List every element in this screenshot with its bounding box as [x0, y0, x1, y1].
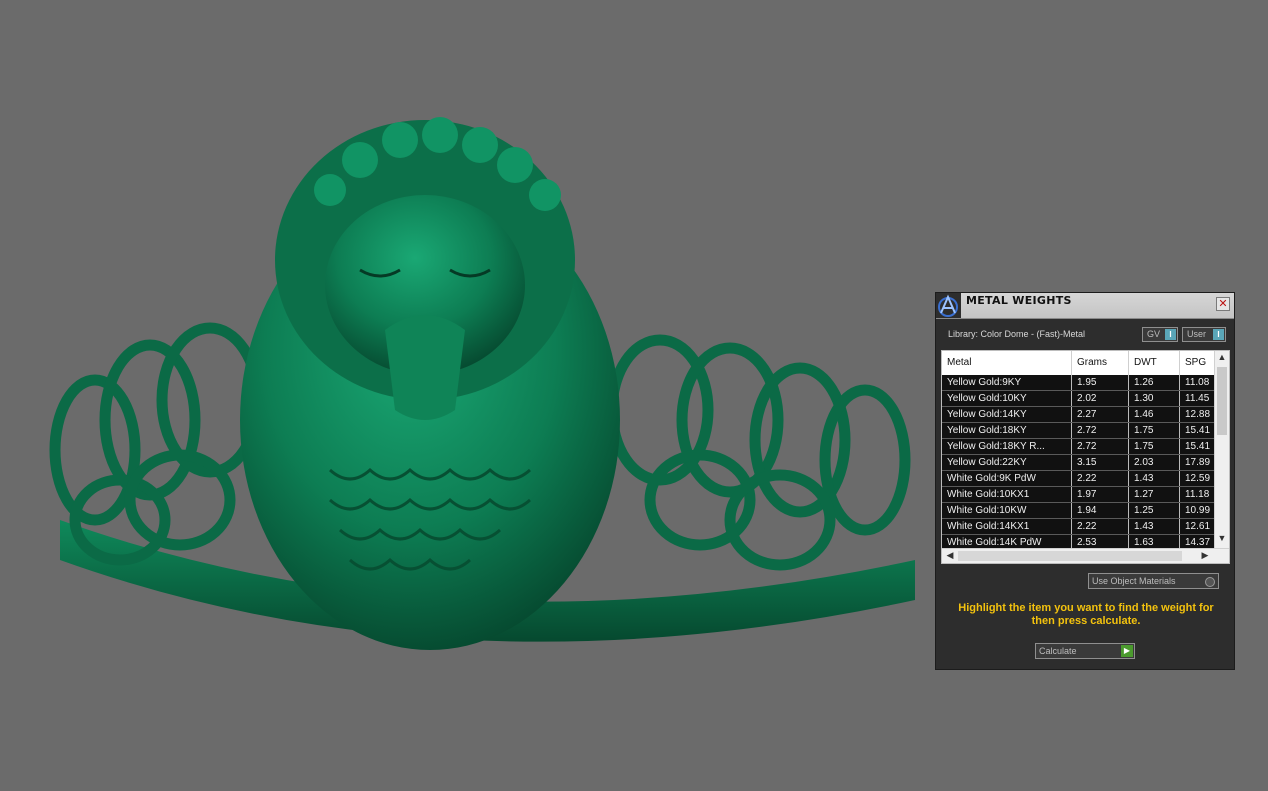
cell-dwt: 1.43: [1129, 519, 1180, 534]
cell-grams: 1.94: [1072, 503, 1129, 518]
cell-dwt: 1.43: [1129, 471, 1180, 486]
cell-grams: 2.72: [1072, 423, 1129, 438]
close-icon: ✕: [1218, 297, 1228, 310]
table-row[interactable]: White Gold:9K PdW 2.22 1.43 12.59: [942, 471, 1214, 487]
calculate-label: Calculate: [1039, 646, 1077, 656]
cell-metal: White Gold:9K PdW: [942, 471, 1072, 486]
gv-toggle-indicator: I: [1165, 329, 1176, 340]
cell-dwt: 1.75: [1129, 423, 1180, 438]
table-header: Metal Grams DWT SPG: [942, 351, 1214, 375]
user-toggle-label: User: [1187, 329, 1207, 339]
cell-dwt: 1.46: [1129, 407, 1180, 422]
scroll-up-icon[interactable]: ▲: [1215, 352, 1229, 362]
cell-grams: 1.97: [1072, 487, 1129, 502]
table-row[interactable]: White Gold:10KX1 1.97 1.27 11.18: [942, 487, 1214, 503]
gv-toggle[interactable]: GV I: [1142, 327, 1178, 342]
radio-icon[interactable]: [1205, 577, 1215, 587]
horizontal-scroll-thumb[interactable]: [958, 551, 1182, 561]
cell-grams: 1.95: [1072, 375, 1129, 390]
table-row[interactable]: White Gold:10KW 1.94 1.25 10.99: [942, 503, 1214, 519]
cell-grams: 2.72: [1072, 439, 1129, 454]
ring-3d-model[interactable]: [0, 0, 930, 660]
cell-grams: 2.02: [1072, 391, 1129, 406]
cell-metal: White Gold:10KX1: [942, 487, 1072, 502]
cell-metal: Yellow Gold:18KY R...: [942, 439, 1072, 454]
table-body: Yellow Gold:9KY 1.95 1.26 11.08 Yellow Gold:…: [942, 375, 1214, 551]
table-row[interactable]: White Gold:14KX1 2.22 1.43 12.61: [942, 519, 1214, 535]
library-label: Library: Color Dome - (Fast)-Metal: [948, 329, 1086, 339]
cell-dwt: 1.26: [1129, 375, 1180, 390]
column-header-grams[interactable]: Grams: [1072, 351, 1129, 375]
cell-grams: 2.22: [1072, 471, 1129, 486]
panel-titlebar[interactable]: METAL WEIGHTS ✕: [936, 293, 1234, 319]
horizontal-scrollbar[interactable]: ◀ ▶: [942, 548, 1229, 563]
cell-metal: Yellow Gold:22KY: [942, 455, 1072, 470]
user-toggle[interactable]: User I: [1182, 327, 1226, 342]
cell-metal: Yellow Gold:14KY: [942, 407, 1072, 422]
close-button[interactable]: ✕: [1216, 297, 1230, 311]
scroll-down-icon[interactable]: ▼: [1215, 533, 1229, 543]
cell-dwt: 1.25: [1129, 503, 1180, 518]
cell-dwt: 2.03: [1129, 455, 1180, 470]
table-row[interactable]: Yellow Gold:14KY 2.27 1.46 12.88: [942, 407, 1214, 423]
column-header-dwt[interactable]: DWT: [1129, 351, 1180, 375]
cell-dwt: 1.75: [1129, 439, 1180, 454]
cell-dwt: 1.27: [1129, 487, 1180, 502]
vertical-scroll-thumb[interactable]: [1217, 367, 1227, 435]
cell-metal: White Gold:14KX1: [942, 519, 1072, 534]
cell-metal: Yellow Gold:9KY: [942, 375, 1072, 390]
cell-metal: White Gold:10KW: [942, 503, 1072, 518]
cell-grams: 2.22: [1072, 519, 1129, 534]
cell-metal: Yellow Gold:10KY: [942, 391, 1072, 406]
table-row[interactable]: Yellow Gold:22KY 3.15 2.03 17.89: [942, 455, 1214, 471]
play-icon: ▶: [1121, 645, 1133, 657]
user-toggle-indicator: I: [1213, 329, 1224, 340]
cell-grams: 3.15: [1072, 455, 1129, 470]
table-row[interactable]: Yellow Gold:10KY 2.02 1.30 11.45: [942, 391, 1214, 407]
table-row[interactable]: Yellow Gold:9KY 1.95 1.26 11.08: [942, 375, 1214, 391]
instruction-text: Highlight the item you want to find the …: [958, 602, 1214, 627]
calculate-button[interactable]: Calculate ▶: [1035, 643, 1135, 659]
cell-dwt: 1.30: [1129, 391, 1180, 406]
vertical-scrollbar[interactable]: ▲ ▼: [1214, 351, 1229, 548]
scroll-right-icon[interactable]: ▶: [1198, 550, 1212, 561]
cell-grams: 2.27: [1072, 407, 1129, 422]
gv-toggle-label: GV: [1147, 329, 1161, 339]
panel-title: METAL WEIGHTS: [966, 294, 1072, 307]
table-row[interactable]: Yellow Gold:18KY R... 2.72 1.75 15.41: [942, 439, 1214, 455]
a-logo-icon: [936, 293, 961, 318]
table-row[interactable]: Yellow Gold:18KY 2.72 1.75 15.41: [942, 423, 1214, 439]
scroll-left-icon[interactable]: ◀: [943, 550, 957, 561]
use-object-materials-label: Use Object Materials: [1092, 576, 1176, 586]
use-object-materials-option[interactable]: Use Object Materials: [1088, 573, 1219, 589]
cell-metal: Yellow Gold:18KY: [942, 423, 1072, 438]
column-header-metal[interactable]: Metal: [942, 351, 1072, 375]
metal-weights-panel: METAL WEIGHTS ✕ Library: Color Dome - (F…: [935, 292, 1235, 670]
metal-weights-table[interactable]: Metal Grams DWT SPG Yellow Gold:9KY 1.95 1…: [941, 350, 1230, 564]
